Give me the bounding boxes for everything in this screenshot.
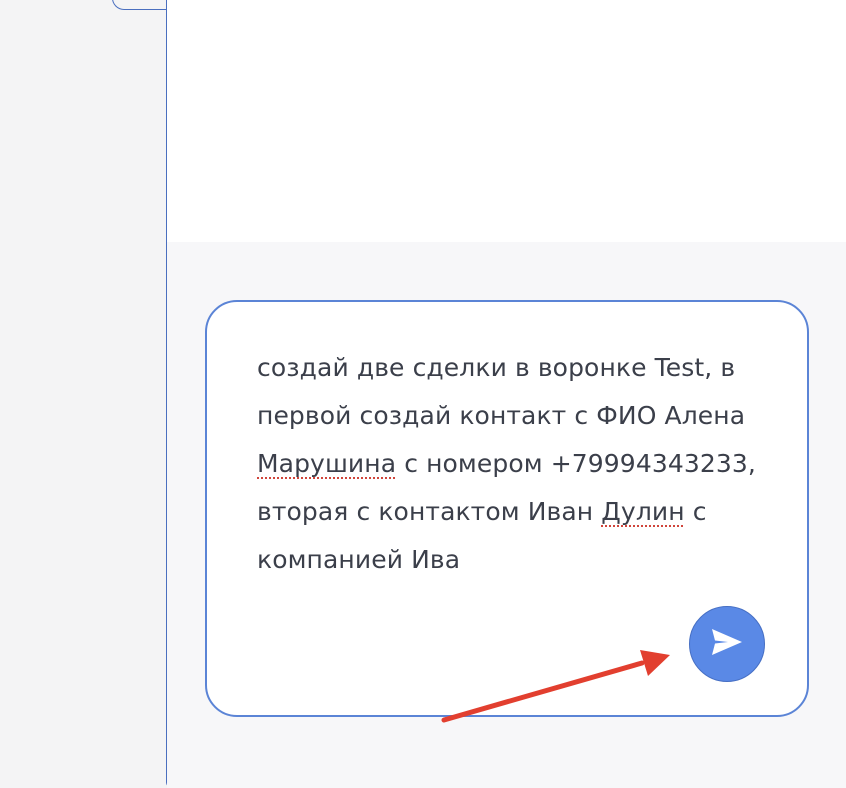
previous-message-bubble bbox=[112, 0, 166, 10]
send-icon bbox=[710, 627, 744, 661]
message-input-text[interactable]: создай две сделки в воронке Test, в перв… bbox=[257, 344, 767, 584]
messages-area bbox=[167, 0, 846, 242]
misspelled-word: Марушина bbox=[257, 449, 397, 478]
send-button[interactable] bbox=[689, 606, 765, 682]
misspelled-word: Дулин bbox=[601, 497, 685, 526]
message-input[interactable]: создай две сделки в воронке Test, в перв… bbox=[205, 300, 809, 717]
left-pane bbox=[0, 0, 167, 776]
message-text-part: создай две сделки в воронке Test, в перв… bbox=[257, 353, 746, 430]
